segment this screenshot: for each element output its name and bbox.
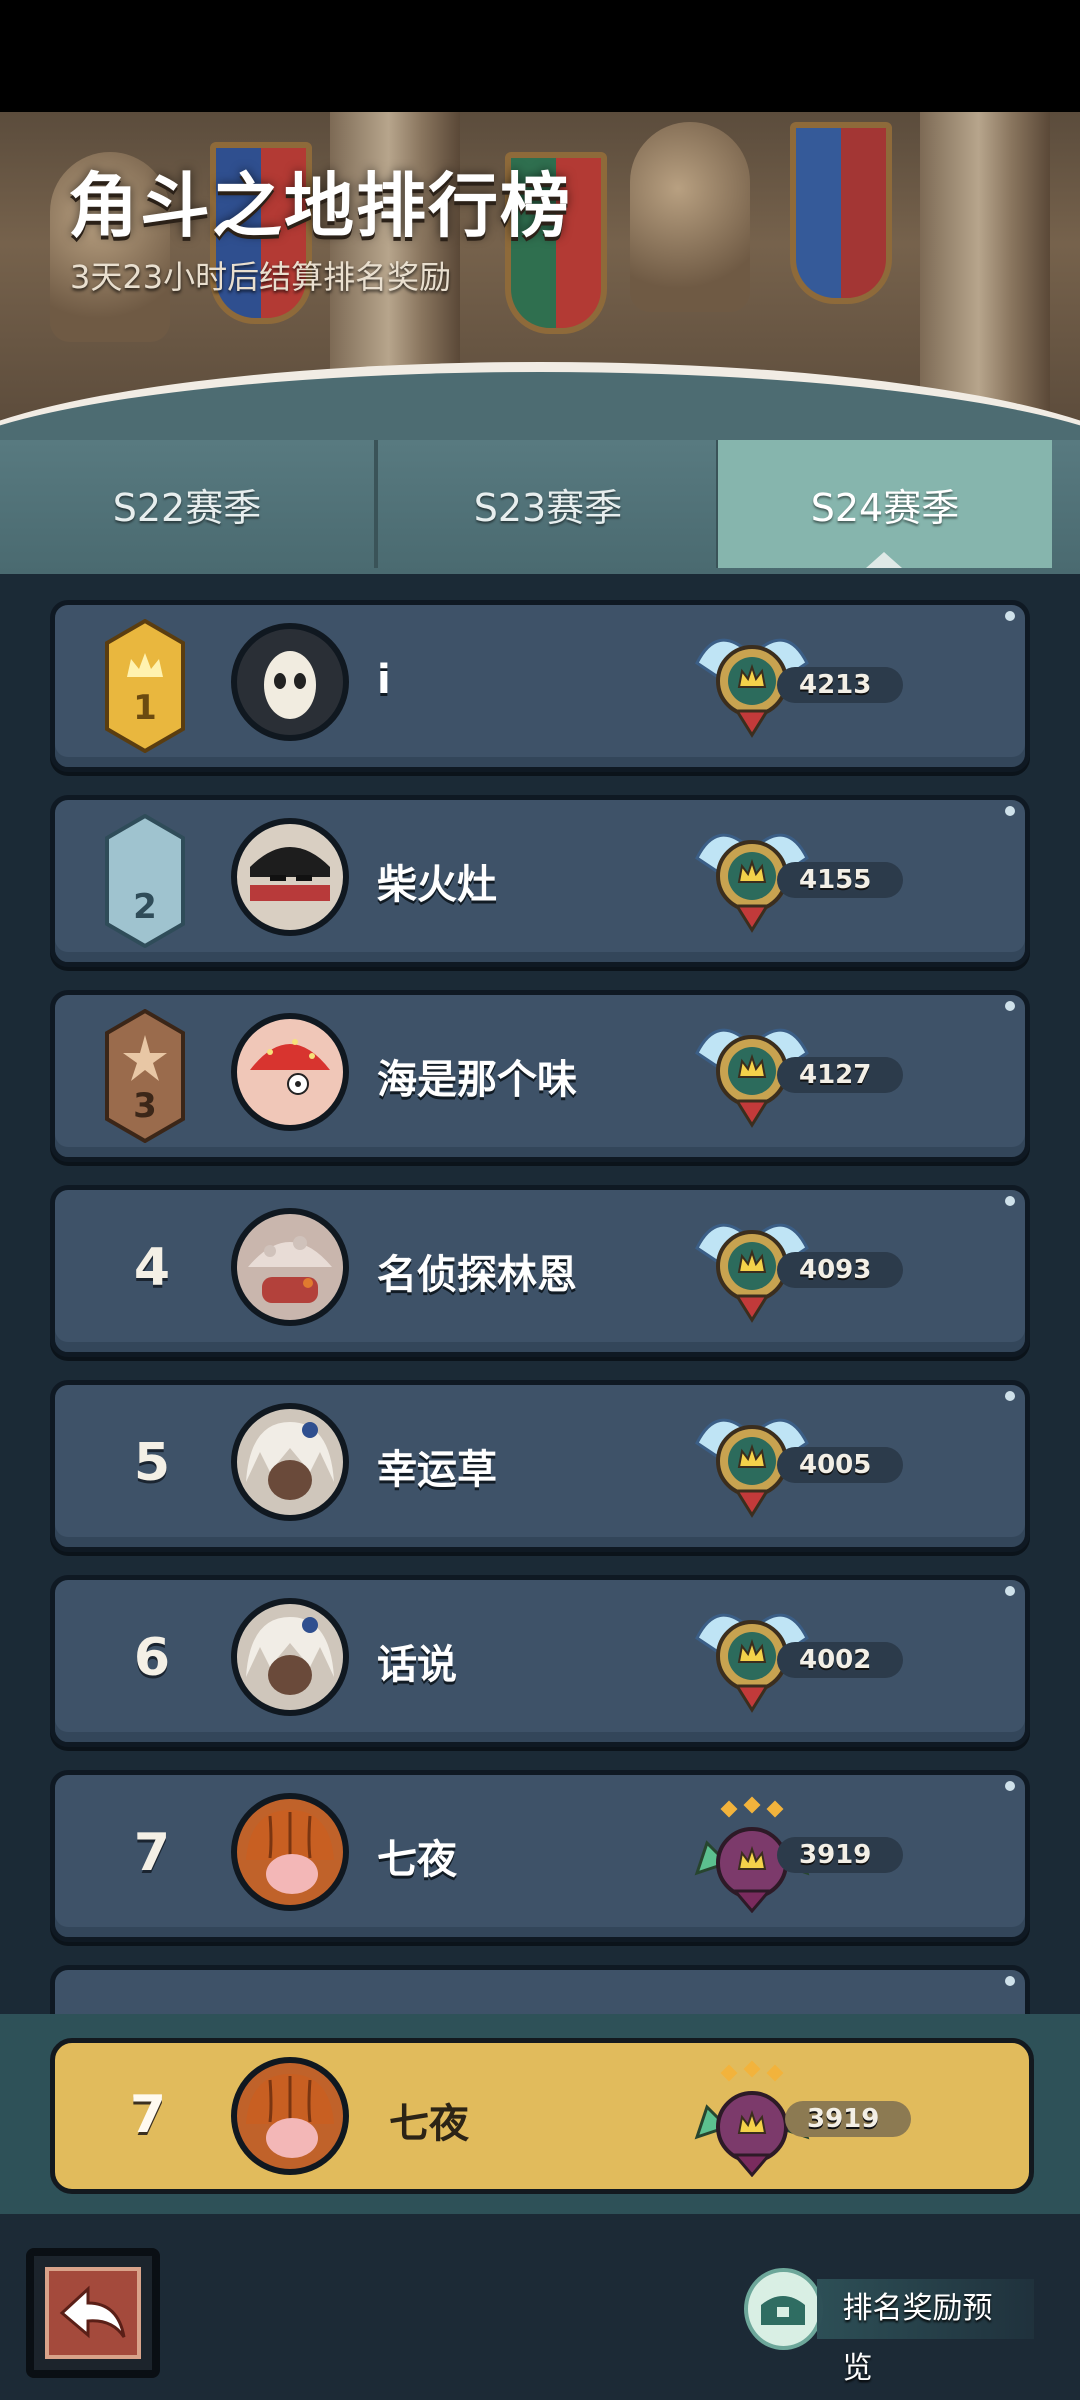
- reward-preview-label: 排名奖励预览: [816, 2279, 1034, 2386]
- corner-decoration: [1005, 1001, 1015, 1011]
- player-score: 4005: [777, 1447, 903, 1483]
- player-score: 4127: [777, 1057, 903, 1093]
- player-avatar[interactable]: [231, 1793, 349, 1911]
- player-avatar[interactable]: [231, 1208, 349, 1326]
- season-tabs: S22赛季 S23赛季 S24赛季: [0, 440, 1080, 574]
- page-title: 角斗之地排行榜: [68, 165, 572, 247]
- player-name: 话说: [377, 1642, 457, 1688]
- pumpkin-head-avatar-icon: [246, 1810, 334, 1894]
- player-avatar[interactable]: [231, 818, 349, 936]
- leaderboard-row[interactable]: 6 话说 4002: [50, 1575, 1030, 1747]
- leaderboard-list[interactable]: 1 i 4213 2 柴火灶 4155 3 海是那个味 4127 4 名侦探林恩…: [0, 574, 1080, 2014]
- player-score: 4155: [777, 862, 903, 898]
- leaderboard-row[interactable]: 3 海是那个味 4127: [50, 990, 1030, 1162]
- player-avatar[interactable]: [231, 1403, 349, 1521]
- settlement-countdown: 3天23小时后结算排名奖励: [70, 258, 452, 296]
- my-score: 3919: [785, 2101, 911, 2137]
- my-name: 七夜: [389, 2101, 469, 2147]
- snow-hat-avatar-icon: [248, 1236, 332, 1303]
- player-score: 4213: [777, 667, 903, 703]
- reward-chest-icon: [744, 2268, 823, 2350]
- player-avatar[interactable]: [231, 1598, 349, 1716]
- leaderboard-row[interactable]: [50, 1965, 1030, 2014]
- reward-preview-button[interactable]: 排名奖励预览: [744, 2268, 1034, 2386]
- player-name: 名侦探林恩: [377, 1252, 577, 1298]
- player-name: 幸运草: [377, 1447, 497, 1493]
- back-arrow-icon: [59, 2285, 126, 2339]
- player-name: 柴火灶: [377, 862, 497, 908]
- player-avatar[interactable]: [231, 1013, 349, 1131]
- back-button[interactable]: [26, 2248, 160, 2378]
- rank-number: 6: [133, 1628, 171, 1688]
- gold-medal-icon: 1: [105, 619, 185, 753]
- bronze-medal-icon: 3: [105, 1009, 185, 1143]
- tab-s24[interactable]: S24赛季: [718, 440, 1052, 568]
- player-name: 七夜: [377, 1837, 457, 1883]
- my-rank-number: 7: [129, 2085, 167, 2145]
- selected-tab-indicator: [866, 552, 902, 568]
- corner-decoration: [1005, 1196, 1015, 1206]
- svg-text:2: 2: [133, 887, 157, 927]
- leaderboard-row[interactable]: 4 名侦探林恩 4093: [50, 1185, 1030, 1357]
- white-hair-avatar-icon: [246, 1617, 334, 1695]
- my-rank-row[interactable]: 7 七夜 3919: [50, 2038, 1034, 2194]
- svg-text:1: 1: [133, 688, 157, 728]
- silver-medal-icon: 2: [105, 814, 185, 948]
- corner-decoration: [1005, 1391, 1015, 1401]
- rank-number: 5: [133, 1433, 171, 1493]
- corner-decoration: [1005, 806, 1015, 816]
- bandana-ninja-avatar-icon: [250, 847, 330, 901]
- player-score: 4002: [777, 1642, 903, 1678]
- player-name: i: [377, 657, 391, 703]
- leaderboard-row[interactable]: 1 i 4213: [50, 600, 1030, 772]
- rank-number: 4: [133, 1238, 171, 1298]
- corner-decoration: [1005, 1976, 1015, 1986]
- tab-divider: [374, 440, 378, 568]
- banner-knight-statue: [630, 122, 750, 312]
- leaderboard-row[interactable]: 2 柴火灶 4155: [50, 795, 1030, 967]
- player-score: 4093: [777, 1252, 903, 1288]
- header-banner: 角斗之地排行榜 3天23小时后结算排名奖励: [0, 112, 1080, 442]
- corner-decoration: [1005, 611, 1015, 621]
- leaderboard-row[interactable]: 5 幸运草 4005: [50, 1380, 1030, 1552]
- banner-arc: [0, 362, 1080, 442]
- white-hair-avatar-icon: [246, 1422, 334, 1500]
- corner-decoration: [1005, 1586, 1015, 1596]
- leaderboard-row[interactable]: 7 七夜 3919: [50, 1770, 1030, 1942]
- player-avatar[interactable]: [231, 623, 349, 741]
- corner-decoration: [1005, 1781, 1015, 1791]
- status-bar: [0, 0, 1080, 112]
- tab-s22[interactable]: S22赛季: [0, 440, 374, 568]
- back-button-face: [45, 2267, 141, 2359]
- player-name: 海是那个味: [377, 1057, 577, 1103]
- banner-shield: [790, 122, 892, 304]
- svg-text:3: 3: [133, 1086, 157, 1126]
- tab-s23[interactable]: S23赛季: [380, 440, 716, 568]
- rank-number: 7: [133, 1823, 171, 1883]
- hooded-mask-avatar-icon: [264, 651, 316, 719]
- player-score: 3919: [777, 1837, 903, 1873]
- my-avatar[interactable]: [231, 2057, 349, 2175]
- strawberry-hat-avatar-icon: [250, 1039, 330, 1095]
- pumpkin-head-avatar-icon: [246, 2074, 334, 2158]
